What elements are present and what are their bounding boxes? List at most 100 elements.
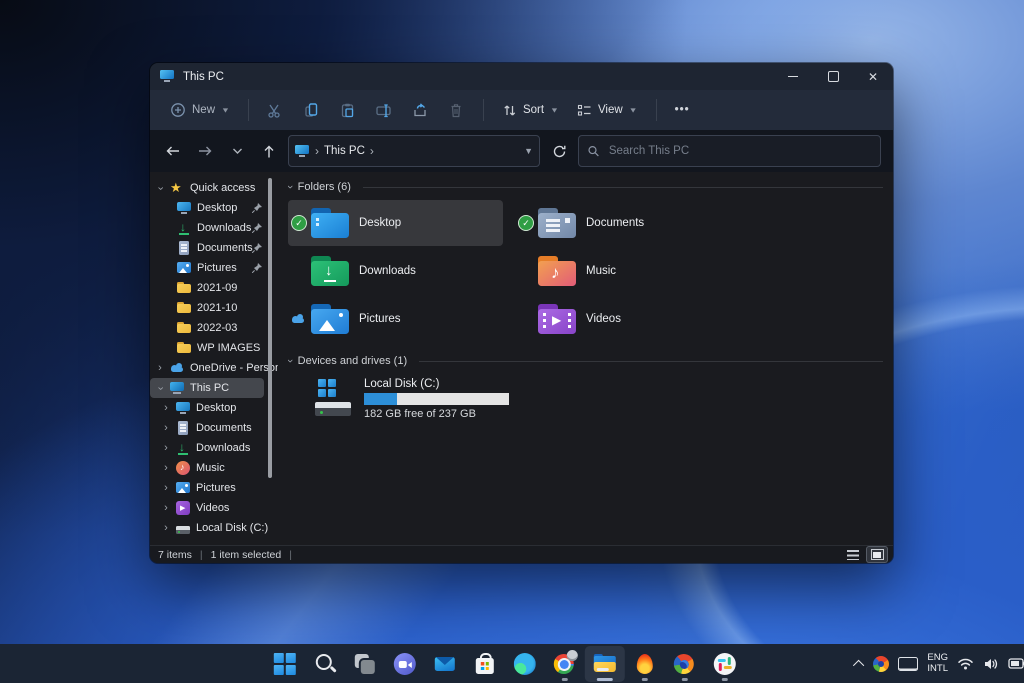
- taskbar-flame[interactable]: [625, 646, 665, 682]
- sidebar-item-desktop[interactable]: Desktop: [150, 198, 278, 218]
- sidebar-item-local-disk-c[interactable]: ›Local Disk (C:): [150, 518, 278, 538]
- status-bar: 7 items | 1 item selected |: [150, 545, 893, 563]
- sidebar-item-this-pc[interactable]: ›This PC: [150, 378, 264, 398]
- taskbar-browser[interactable]: [665, 646, 705, 682]
- more-options-button[interactable]: •••: [667, 98, 698, 122]
- taskbar-mail[interactable]: [425, 646, 465, 682]
- address-dropdown-icon[interactable]: ▼: [524, 146, 533, 156]
- shape: [178, 531, 180, 533]
- sidebar-item-2022-03[interactable]: 2022-03: [150, 318, 278, 338]
- search-box[interactable]: [578, 135, 881, 167]
- chevron-down-icon[interactable]: ›: [155, 184, 166, 192]
- shape: [316, 218, 319, 221]
- chevron-right-icon[interactable]: ›: [162, 463, 170, 474]
- taskbar-slack[interactable]: [705, 646, 745, 682]
- taskbar-chrome[interactable]: [545, 646, 585, 682]
- folder-tile-desktop[interactable]: ✓Desktop: [288, 200, 503, 246]
- back-button[interactable]: [160, 138, 186, 164]
- battery-button[interactable]: [1008, 657, 1024, 670]
- maximize-button[interactable]: [813, 63, 853, 90]
- folder-tile-videos[interactable]: Videos: [515, 296, 730, 342]
- sidebar-item-downloads[interactable]: Downloads: [150, 218, 278, 238]
- toolbar-divider: [656, 99, 657, 121]
- status-divider: |: [200, 549, 203, 561]
- rename-button[interactable]: [367, 95, 401, 125]
- large-icons-view-button[interactable]: [867, 547, 887, 562]
- details-view-button[interactable]: [843, 547, 863, 562]
- recent-locations-button[interactable]: [224, 138, 250, 164]
- title-bar[interactable]: This PC ✕: [150, 63, 893, 90]
- new-button[interactable]: New ▼: [162, 96, 238, 124]
- taskbar-file-explorer[interactable]: [585, 646, 625, 682]
- sidebar-item-documents[interactable]: Documents: [150, 238, 278, 258]
- up-button[interactable]: [256, 138, 282, 164]
- sidebar-item-desktop[interactable]: ›Desktop: [150, 398, 278, 418]
- copy-button[interactable]: [295, 95, 329, 125]
- chevron-right-icon[interactable]: ›: [162, 443, 170, 454]
- folders-section-header[interactable]: › Folders (6): [288, 178, 883, 196]
- delete-button[interactable]: [439, 95, 473, 125]
- sidebar-item-documents[interactable]: ›Documents: [150, 418, 278, 438]
- forward-button[interactable]: [192, 138, 218, 164]
- breadcrumb-this-pc[interactable]: This PC: [324, 145, 365, 157]
- badge-slot: [517, 263, 535, 279]
- sidebar-item-pictures[interactable]: Pictures: [150, 258, 278, 278]
- taskbar-task-view[interactable]: [345, 646, 385, 682]
- sidebar-item-pictures[interactable]: ›Pictures: [150, 478, 278, 498]
- chevron-down-icon[interactable]: ›: [155, 384, 166, 392]
- chevron-right-icon[interactable]: ›: [162, 403, 170, 414]
- chevron-right-icon[interactable]: ›: [162, 423, 170, 434]
- local-disk-tile[interactable]: Local Disk (C:) 182 GB free of 237 GB: [312, 378, 883, 420]
- sidebar-item-onedrive-person[interactable]: ›OneDrive - Person: [150, 358, 278, 378]
- sort-button[interactable]: Sort ▼: [494, 97, 567, 124]
- sidebar-item-quick-access[interactable]: ›Quick access: [150, 178, 278, 198]
- taskbar-store[interactable]: [465, 646, 505, 682]
- sidebar-item-2021-10[interactable]: 2021-10: [150, 298, 278, 318]
- language-indicator[interactable]: ENG INTL: [927, 653, 948, 675]
- documents-folder-icon: [535, 205, 579, 241]
- sidebar-item-videos[interactable]: ›Videos: [150, 498, 278, 518]
- shape: [637, 654, 653, 674]
- sidebar-item-downloads[interactable]: ›Downloads: [150, 438, 278, 458]
- folder-tile-downloads[interactable]: Downloads: [288, 248, 503, 294]
- taskbar-chat[interactable]: [385, 646, 425, 682]
- folder-tile-music[interactable]: Music: [515, 248, 730, 294]
- file-explorer-window: This PC ✕ New ▼: [150, 63, 893, 563]
- folder-tile-pictures[interactable]: Pictures: [288, 296, 503, 342]
- minimize-button[interactable]: [773, 63, 813, 90]
- drives-section-header[interactable]: › Devices and drives (1): [288, 352, 883, 370]
- taskbar-search[interactable]: [305, 646, 345, 682]
- taskbar-edge[interactable]: [505, 646, 545, 682]
- refresh-button[interactable]: [546, 138, 572, 164]
- folder-tile-documents[interactable]: ✓Documents: [515, 200, 730, 246]
- address-bar[interactable]: › This PC › ▼: [288, 135, 540, 167]
- cut-button[interactable]: [259, 95, 293, 125]
- sidebar-item-2021-09[interactable]: 2021-09: [150, 278, 278, 298]
- folders-grid: ✓Desktop ✓Documents Downloads Music Pictures…: [288, 200, 883, 344]
- tray-app-button[interactable]: [873, 656, 889, 672]
- badge-slot: [290, 263, 308, 279]
- pc-sm-icon: [169, 380, 185, 396]
- sidebar-item-wp-images[interactable]: WP IMAGES: [150, 338, 278, 358]
- chevron-right-icon[interactable]: ›: [162, 483, 170, 494]
- shape: [186, 264, 189, 267]
- shape: [679, 660, 688, 669]
- close-button[interactable]: ✕: [853, 63, 893, 90]
- touch-keyboard-button[interactable]: [898, 657, 918, 671]
- hidden-icons-button[interactable]: [856, 660, 864, 668]
- view-button[interactable]: View ▼: [569, 97, 646, 124]
- share-button[interactable]: [403, 95, 437, 125]
- chevron-right-icon[interactable]: ›: [162, 523, 170, 534]
- flame-icon: [633, 652, 657, 676]
- wifi-button[interactable]: [957, 657, 974, 671]
- sidebar-scrollbar[interactable]: [268, 178, 272, 478]
- taskbar-start[interactable]: [265, 646, 305, 682]
- chevron-right-icon[interactable]: ›: [156, 363, 164, 374]
- search-icon: [587, 144, 600, 158]
- copy-icon: [303, 102, 320, 119]
- volume-button[interactable]: [983, 657, 999, 671]
- paste-button[interactable]: [331, 95, 365, 125]
- sidebar-item-music[interactable]: ›Music: [150, 458, 278, 478]
- search-input[interactable]: [607, 144, 872, 158]
- chevron-right-icon[interactable]: ›: [162, 503, 170, 514]
